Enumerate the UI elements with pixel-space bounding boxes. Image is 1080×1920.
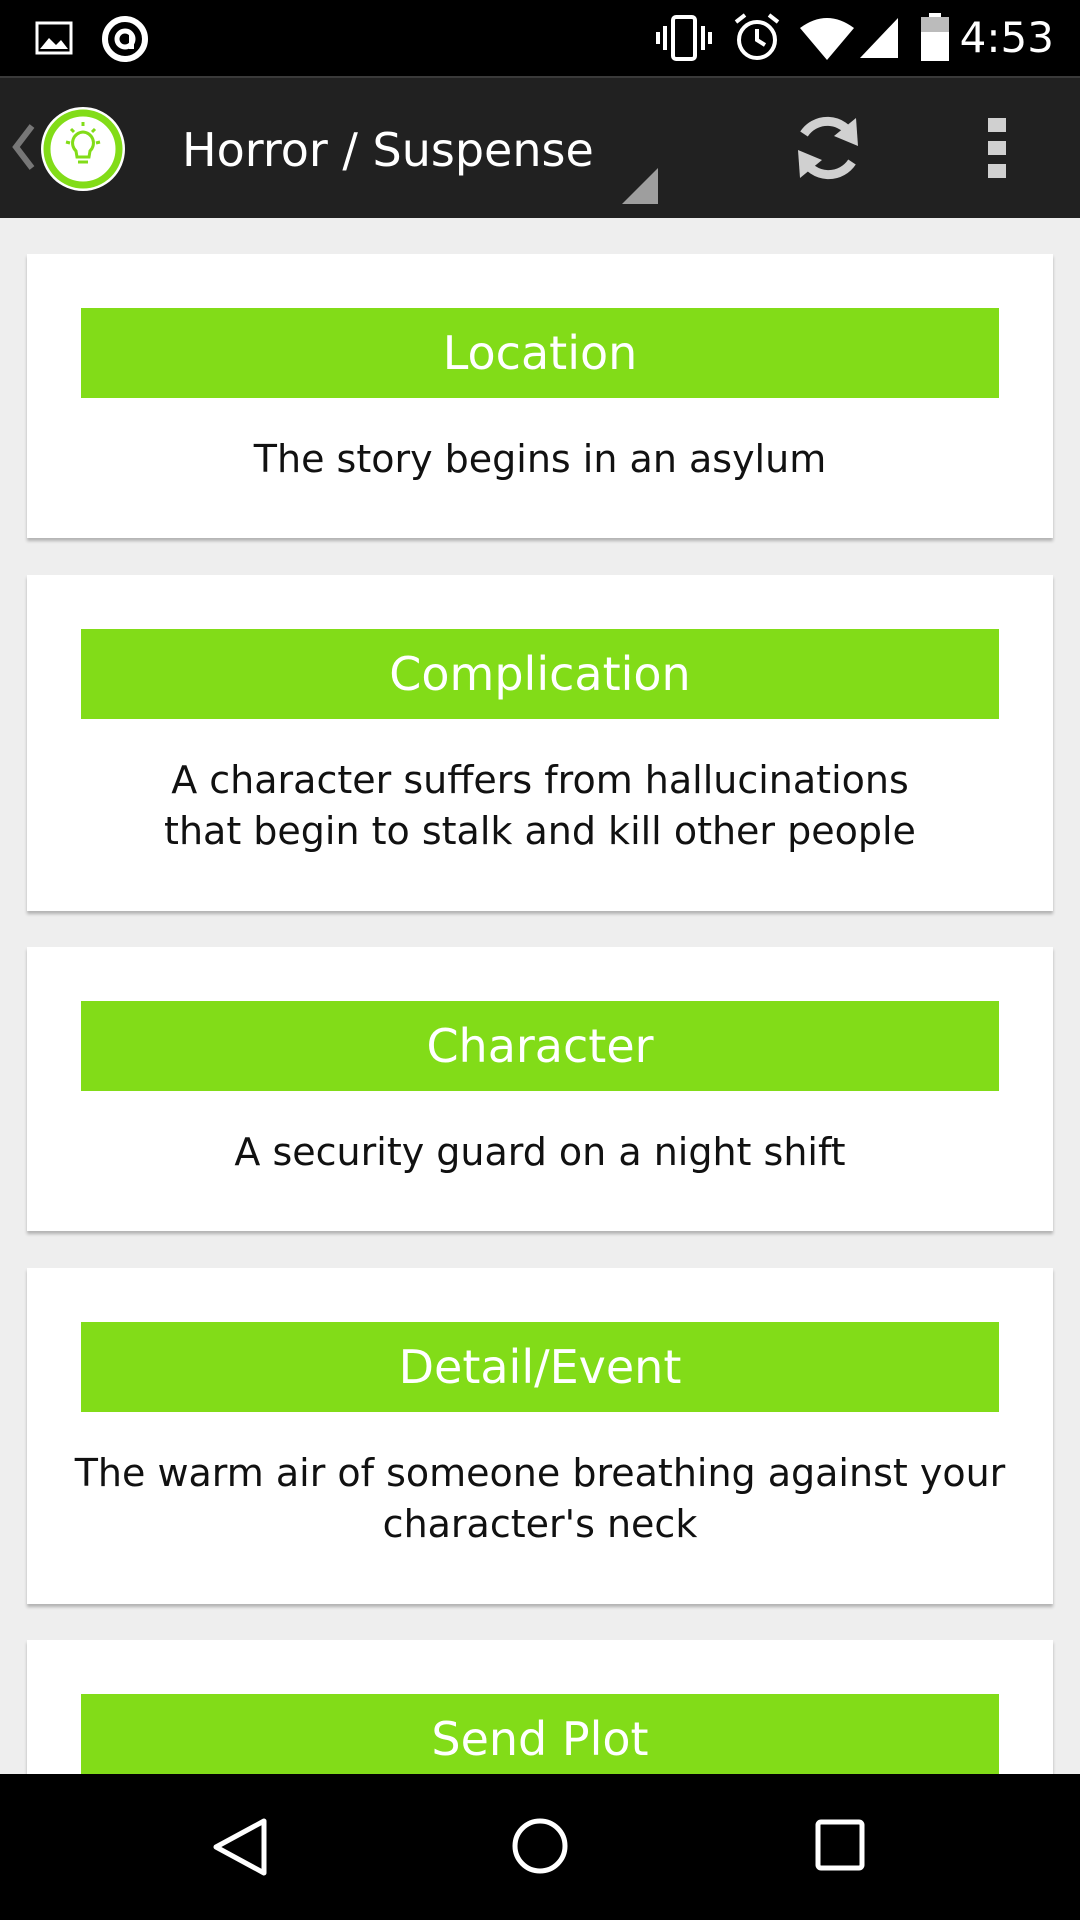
status-time: 4:53 [959, 13, 1054, 62]
detail-event-card: Detail/Event The warm air of someone bre… [27, 1268, 1053, 1604]
app-notification-icon [102, 16, 148, 62]
refresh-icon[interactable] [790, 110, 866, 186]
spinner-arrow-icon[interactable] [620, 166, 660, 206]
location-card: Location The story begins in an asylum [27, 254, 1053, 538]
overflow-menu-icon[interactable] [986, 116, 1008, 180]
wifi-icon [800, 18, 854, 60]
status-bar: 4:53 [0, 0, 1080, 76]
detail-event-text: The warm air of someone breathing agains… [74, 1451, 1006, 1546]
character-heading[interactable]: Character [81, 1001, 999, 1091]
image-notification-icon [35, 21, 73, 55]
complication-text: A character suffers from hallucinations … [164, 758, 916, 853]
vibrate-icon [656, 15, 712, 61]
complication-heading[interactable]: Complication [81, 629, 999, 719]
battery-icon [921, 13, 949, 61]
up-chevron-icon[interactable] [8, 122, 36, 172]
lightbulb-logo-icon[interactable] [38, 104, 128, 194]
alarm-icon [734, 13, 780, 60]
character-card: Character A security guard on a night sh… [27, 947, 1053, 1231]
screen: 4:53 Horror / Suspense Location The stor… [0, 0, 1080, 1920]
recents-icon[interactable] [814, 1818, 866, 1872]
action-bar: Horror / Suspense [0, 76, 1080, 218]
back-icon[interactable] [210, 1816, 270, 1878]
cell-signal-icon [860, 18, 898, 58]
send-plot-button[interactable]: Send Plot [81, 1694, 999, 1784]
location-heading[interactable]: Location [81, 308, 999, 398]
navigation-bar [0, 1774, 1080, 1920]
character-text: A security guard on a night shift [234, 1130, 846, 1174]
home-icon[interactable] [510, 1816, 570, 1876]
page-title[interactable]: Horror / Suspense [182, 122, 594, 178]
location-text: The story begins in an asylum [253, 437, 827, 481]
detail-event-heading[interactable]: Detail/Event [81, 1322, 999, 1412]
complication-card: Complication A character suffers from ha… [27, 575, 1053, 911]
